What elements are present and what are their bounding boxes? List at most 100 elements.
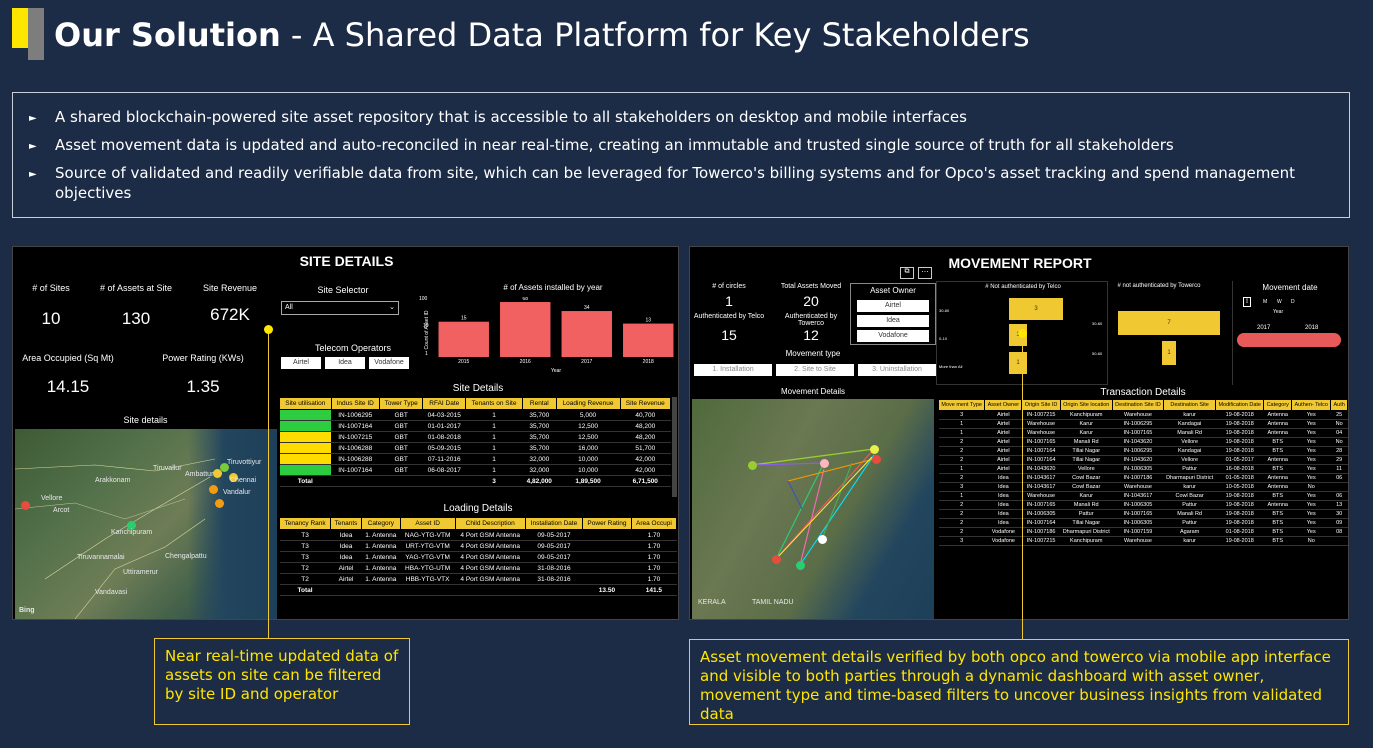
column-header[interactable]: Site Revenue <box>619 397 672 410</box>
column-header[interactable]: Rental <box>522 397 557 410</box>
bar-data-label: 34 <box>584 305 590 311</box>
table-cell: 1 <box>465 409 523 421</box>
table-row[interactable]: 1 Airtel Warehouse Karur IN-1006295 Kandagai 1… <box>938 419 1348 429</box>
panel-title: MOVEMENT REPORT <box>948 255 1092 271</box>
column-header[interactable]: Origin Site location <box>1059 399 1113 411</box>
movement-marker[interactable] <box>818 535 827 544</box>
table-row[interactable]: IN-1007215 GBT 01-08-2018 1 35,700 12,500 48,2… <box>279 431 671 443</box>
table-cell: No <box>1330 419 1348 429</box>
table-cell: Warehouse <box>1112 482 1164 492</box>
column-header[interactable]: Tower Type <box>378 397 424 410</box>
operator-filter-idea[interactable]: Idea <box>325 357 365 369</box>
column-header[interactable]: Child Description <box>454 517 526 530</box>
table-cell: 51,700 <box>620 442 671 454</box>
table-row[interactable]: 3 Airtel IN-1007215 Kanchipuram Warehouse kar… <box>938 410 1348 420</box>
column-header[interactable]: Loading Revenue <box>555 397 621 410</box>
table-row[interactable]: 1 Airtel IN-1043620 Vellore IN-1006305 Pattur… <box>938 464 1348 474</box>
table-row[interactable]: IN-1006295 GBT 04-03-2015 1 35,700 5,000 40,70… <box>279 409 671 421</box>
column-header[interactable]: Installation Date <box>524 517 584 530</box>
table-row[interactable]: 1 Idea Warehouse Karur IN-1043617 Cowl Bazar 1… <box>938 491 1348 501</box>
column-header[interactable]: Tenants on Site <box>465 397 524 410</box>
table-row[interactable]: IN-1006288 GBT 07-11-2016 1 32,000 10,000 42,0… <box>279 453 671 465</box>
movement-marker[interactable] <box>820 459 829 468</box>
column-header[interactable]: Asset ID <box>399 517 456 530</box>
site-marker[interactable] <box>213 469 222 478</box>
column-header[interactable]: Indus Site ID <box>330 397 380 410</box>
table-cell: GBT <box>379 464 423 476</box>
table-row[interactable]: 2 Idea IN-1006305 Pattur IN-1007165 Manali Rd… <box>938 509 1348 519</box>
accent-bar-yellow <box>12 8 28 48</box>
site-marker[interactable] <box>209 485 218 494</box>
table-row[interactable]: 1 Airtel Warehouse Karur IN-1007165 Manali Rd… <box>938 428 1348 438</box>
movement-filter-site-to-site[interactable]: 2. Site to Site <box>776 364 854 376</box>
column-header[interactable]: Category <box>360 517 401 530</box>
calendar-icon[interactable]: ▯ <box>1243 297 1251 307</box>
column-header[interactable]: Authen- Telco <box>1291 399 1332 411</box>
callout-connector-right <box>1022 334 1023 639</box>
table-row[interactable]: 3 Vodafone IN-1007215 Kanchipuram Warehouse k… <box>938 536 1348 546</box>
column-header[interactable]: Site utilisation <box>279 397 332 410</box>
kpi-area-label: Area Occupied (Sq Mt) <box>22 353 114 363</box>
table-row[interactable]: T2 Airtel 1. Antenna HBA-YTG-UTM 4 Port GSM … <box>279 562 677 574</box>
granularity-week[interactable]: W <box>1277 299 1282 305</box>
column-header[interactable]: RFAI Date <box>422 397 467 410</box>
table-cell: Kandagai <box>1163 446 1216 456</box>
table-row[interactable]: 2 Vodafone IN-1007186 Dharmapuri District IN… <box>938 527 1348 537</box>
movement-map[interactable]: KERALA TAMIL NADU <box>692 399 934 619</box>
column-header[interactable]: Power Rating <box>582 517 632 530</box>
date-range-slider[interactable] <box>1237 333 1341 347</box>
site-marker[interactable] <box>215 499 224 508</box>
column-header[interactable]: Auth <box>1330 399 1348 411</box>
movement-filter-installation[interactable]: 1. Installation <box>694 364 772 376</box>
more-options-icon[interactable]: ⋯ <box>918 267 932 279</box>
table-row[interactable]: 2 Airtel IN-1007165 Manali Rd IN-1043620 Vell… <box>938 437 1348 447</box>
column-header[interactable]: Tenants <box>330 517 362 530</box>
table-cell: 19-08-2018 <box>1215 491 1264 501</box>
column-header[interactable]: Tenancy Rank <box>278 517 332 530</box>
column-header[interactable]: Area Occupi <box>630 517 678 530</box>
movement-marker[interactable] <box>748 461 757 470</box>
movement-filter-uninstallation[interactable]: 3. Uninstallation <box>858 364 936 376</box>
table-row[interactable]: T3 Idea 1. Antenna NAG-YTG-VTM 4 Port GSM An… <box>279 529 677 541</box>
owner-filter-vodafone[interactable]: Vodafone <box>857 330 929 342</box>
operator-filter-vodafone[interactable]: Vodafone <box>369 357 409 369</box>
focus-mode-icon[interactable]: ⧉ <box>900 267 914 279</box>
table-row[interactable]: T2 Airtel 1. Antenna HBB-YTG-VTX 4 Port GSM … <box>279 573 677 585</box>
table-cell: 19-08-2018 <box>1215 500 1264 510</box>
table-row[interactable]: 2 Idea IN-1007164 Tillai Nagar IN-1006305 Pat… <box>938 518 1348 528</box>
column-header[interactable]: Origin Site ID <box>1021 399 1061 411</box>
table-row[interactable]: 2 Airtel IN-1007164 Tillai Nagar IN-1043620 V… <box>938 455 1348 465</box>
owner-filter-airtel[interactable]: Airtel <box>857 300 929 312</box>
table-row[interactable]: 2 Idea IN-1007165 Manali Rd IN-1006305 Pattur… <box>938 500 1348 510</box>
movement-marker[interactable] <box>796 561 805 570</box>
granularity-day[interactable]: D <box>1291 299 1295 305</box>
column-header[interactable]: Destination Site ID <box>1111 399 1165 411</box>
movement-marker[interactable] <box>870 445 879 454</box>
operator-filter-airtel[interactable]: Airtel <box>281 357 321 369</box>
table-row[interactable]: 3 Idea IN-1043617 Cowl Bazar Warehouse karur 1… <box>938 482 1348 492</box>
column-header[interactable]: Category <box>1263 399 1293 411</box>
table-row[interactable]: 2 Airtel IN-1007164 Tillai Nagar IN-1006295 K… <box>938 446 1348 456</box>
column-header[interactable]: Modification Date <box>1215 399 1265 411</box>
table-row[interactable]: T3 Idea 1. Antenna YAG-YTG-VTM 4 Port GSM An… <box>279 551 677 563</box>
table-row[interactable]: 2 Idea IN-1043617 Cowl Bazar IN-1007186 Dharm… <box>938 473 1348 483</box>
granularity-month[interactable]: M <box>1263 299 1267 305</box>
owner-filter-idea[interactable]: Idea <box>857 315 929 327</box>
movement-marker[interactable] <box>872 455 881 464</box>
column-header[interactable]: Destination Site <box>1163 399 1217 411</box>
table-row[interactable]: T3 Idea 1. Antenna URT-YTG-VTM 4 Port GSM An… <box>279 540 677 552</box>
kpi-auth-towerco-label: Authenticated by Towerco <box>784 313 838 327</box>
movement-marker[interactable] <box>772 555 781 564</box>
column-header[interactable]: Asset Owner <box>984 399 1023 411</box>
column-header[interactable]: Move ment Type <box>937 399 986 411</box>
site-marker[interactable] <box>21 501 30 510</box>
scrollbar[interactable] <box>672 397 677 497</box>
table-cell: IN-1007215 <box>1021 536 1061 546</box>
site-map[interactable]: Arakkonam Tiruvallur Ambattur Tiruvottiy… <box>15 429 277 619</box>
table-row[interactable]: IN-1007164 GBT 06-08-2017 1 32,000 10,000 42,0… <box>279 464 671 476</box>
granularity-year[interactable]: Year <box>1273 309 1283 315</box>
table-row[interactable]: IN-1007164 GBT 01-01-2017 1 35,700 12,500 48,2… <box>279 420 671 432</box>
table-row[interactable]: IN-1006288 GBT 05-09-2015 1 35,700 16,000 51,7… <box>279 442 671 454</box>
table-cell: IN-1043617 <box>1021 473 1061 483</box>
site-selector-dropdown[interactable]: All ⌄ <box>281 301 399 315</box>
